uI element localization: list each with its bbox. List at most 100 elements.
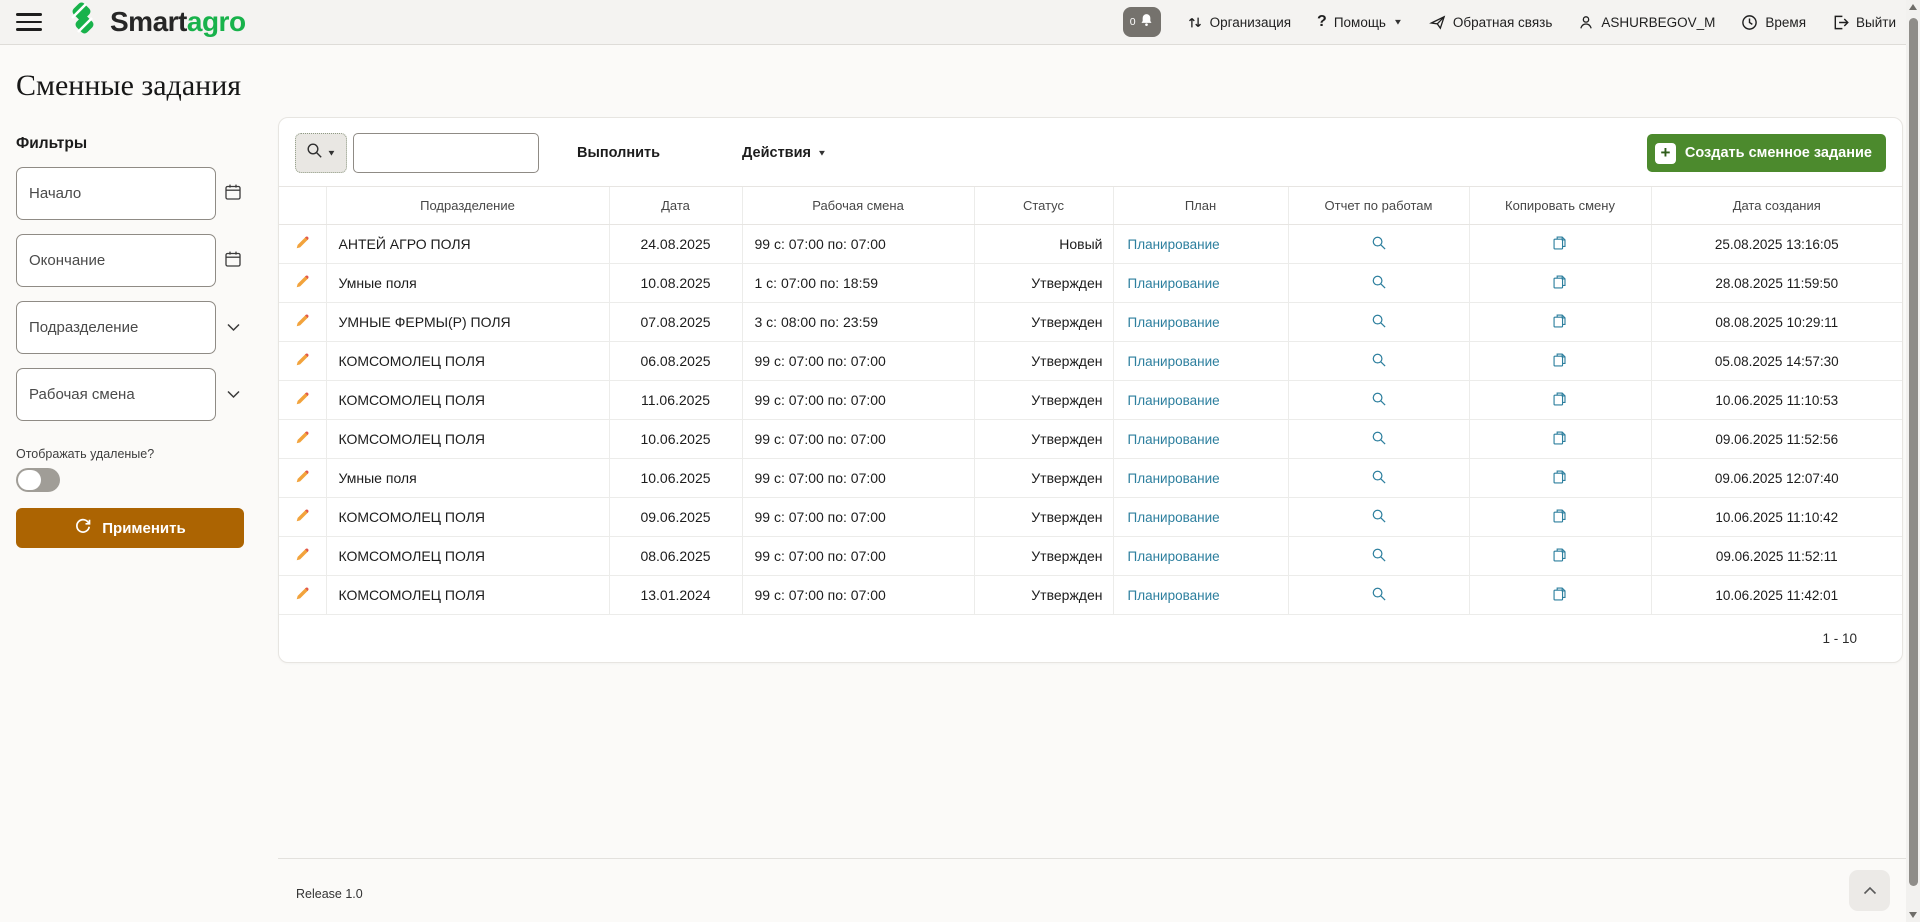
copy-shift-button[interactable] bbox=[1469, 342, 1651, 381]
edit-row-button[interactable] bbox=[279, 225, 326, 264]
plan-link[interactable]: Планирование bbox=[1128, 276, 1220, 291]
edit-row-button[interactable] bbox=[279, 381, 326, 420]
nav-item-time[interactable]: Время bbox=[1741, 14, 1806, 31]
work-report-button[interactable] bbox=[1288, 264, 1469, 303]
nav-item-logout[interactable]: Выйти bbox=[1832, 14, 1896, 31]
edit-row-button[interactable] bbox=[279, 537, 326, 576]
copy-shift-button[interactable] bbox=[1469, 576, 1651, 615]
scrollbar-up-arrow[interactable] bbox=[1909, 4, 1917, 10]
column-header-date[interactable]: Дата bbox=[609, 187, 742, 225]
search-input[interactable] bbox=[353, 133, 539, 173]
work-report-button[interactable] bbox=[1288, 381, 1469, 420]
page-scrollbar[interactable] bbox=[1906, 0, 1920, 922]
chevron-down-icon: ▼ bbox=[327, 149, 337, 158]
execute-button[interactable]: Выполнить bbox=[577, 145, 660, 161]
date-cell: 24.08.2025 bbox=[609, 225, 742, 264]
nav-item-user[interactable]: ASHURBEGOV_M bbox=[1578, 14, 1715, 31]
column-header-report[interactable]: Отчет по работам bbox=[1288, 187, 1469, 225]
calendar-icon bbox=[224, 183, 242, 204]
copy-icon bbox=[1552, 355, 1568, 371]
edit-row-button[interactable] bbox=[279, 342, 326, 381]
logout-icon bbox=[1832, 14, 1849, 31]
work-report-button[interactable] bbox=[1288, 537, 1469, 576]
filter-field-shift bbox=[16, 368, 262, 421]
end-date-input[interactable] bbox=[16, 234, 216, 287]
plan-link[interactable]: Планирование bbox=[1128, 315, 1220, 330]
work-report-button[interactable] bbox=[1288, 420, 1469, 459]
work-report-button[interactable] bbox=[1288, 459, 1469, 498]
table-row: УМНЫЕ ФЕРМЫ(Р) ПОЛЯ 07.08.2025 3 с: 08:0… bbox=[279, 303, 1902, 342]
work-report-button[interactable] bbox=[1288, 342, 1469, 381]
shift-select-chevron-button[interactable] bbox=[218, 377, 248, 413]
column-header-created[interactable]: Дата создания bbox=[1651, 187, 1902, 225]
scroll-to-top-button[interactable] bbox=[1849, 870, 1890, 911]
end-date-calendar-button[interactable] bbox=[218, 243, 248, 279]
plan-link[interactable]: Планирование bbox=[1128, 237, 1220, 252]
plan-link[interactable]: Планирование bbox=[1128, 393, 1220, 408]
pencil-icon bbox=[294, 355, 311, 371]
copy-icon bbox=[1552, 316, 1568, 332]
unit-select-input[interactable] bbox=[16, 301, 216, 354]
created-date-cell: 09.06.2025 11:52:11 bbox=[1651, 537, 1902, 576]
copy-shift-button[interactable] bbox=[1469, 225, 1651, 264]
nav-item-help[interactable]: ? Помощь ▼ bbox=[1317, 13, 1403, 31]
chevron-down-icon: ▼ bbox=[1393, 18, 1403, 27]
pencil-icon bbox=[294, 238, 311, 254]
copy-shift-button[interactable] bbox=[1469, 303, 1651, 342]
notifications-button[interactable]: 0 bbox=[1123, 7, 1161, 37]
work-report-button[interactable] bbox=[1288, 303, 1469, 342]
plan-link[interactable]: Планирование bbox=[1128, 471, 1220, 486]
copy-shift-button[interactable] bbox=[1469, 420, 1651, 459]
column-header-status[interactable]: Статус bbox=[974, 187, 1113, 225]
plan-link[interactable]: Планирование bbox=[1128, 510, 1220, 525]
hamburger-menu-icon[interactable] bbox=[16, 13, 42, 31]
copy-shift-button[interactable] bbox=[1469, 537, 1651, 576]
edit-row-button[interactable] bbox=[279, 498, 326, 537]
date-cell: 13.01.2024 bbox=[609, 576, 742, 615]
magnifier-icon bbox=[1371, 394, 1387, 410]
shift-cell: 3 с: 08:00 по: 23:59 bbox=[742, 303, 974, 342]
scrollbar-thumb[interactable] bbox=[1909, 18, 1918, 886]
date-cell: 06.08.2025 bbox=[609, 342, 742, 381]
scrollbar-down-arrow[interactable] bbox=[1909, 912, 1917, 918]
work-report-button[interactable] bbox=[1288, 498, 1469, 537]
chevron-down-icon bbox=[227, 387, 240, 402]
column-header-copy[interactable]: Копировать смену bbox=[1469, 187, 1651, 225]
app-logo[interactable]: Smartagro bbox=[64, 2, 246, 43]
shift-select-input[interactable] bbox=[16, 368, 216, 421]
plan-link[interactable]: Планирование bbox=[1128, 432, 1220, 447]
unit-select-chevron-button[interactable] bbox=[218, 310, 248, 346]
shift-cell: 99 с: 07:00 по: 07:00 bbox=[742, 420, 974, 459]
start-date-input[interactable] bbox=[16, 167, 216, 220]
column-header-shift[interactable]: Рабочая смена bbox=[742, 187, 974, 225]
edit-row-button[interactable] bbox=[279, 576, 326, 615]
status-cell: Утвержден bbox=[974, 420, 1113, 459]
chevron-down-icon: ▼ bbox=[817, 149, 827, 158]
work-report-button[interactable] bbox=[1288, 225, 1469, 264]
start-date-calendar-button[interactable] bbox=[218, 176, 248, 212]
copy-shift-button[interactable] bbox=[1469, 498, 1651, 537]
edit-row-button[interactable] bbox=[279, 303, 326, 342]
edit-row-button[interactable] bbox=[279, 420, 326, 459]
column-header-plan[interactable]: План bbox=[1113, 187, 1288, 225]
release-label: Release 1.0 bbox=[296, 887, 363, 901]
column-header-unit[interactable]: Подразделение bbox=[326, 187, 609, 225]
create-shift-task-button[interactable]: + Создать сменное задание bbox=[1647, 134, 1886, 172]
plan-link[interactable]: Планирование bbox=[1128, 549, 1220, 564]
nav-item-feedback[interactable]: Обратная связь bbox=[1429, 14, 1552, 31]
search-options-button[interactable]: ▼ bbox=[295, 133, 347, 173]
copy-shift-button[interactable] bbox=[1469, 264, 1651, 303]
edit-row-button[interactable] bbox=[279, 264, 326, 303]
edit-row-button[interactable] bbox=[279, 459, 326, 498]
plan-link[interactable]: Планирование bbox=[1128, 354, 1220, 369]
copy-icon bbox=[1552, 394, 1568, 410]
actions-menu-button[interactable]: Действия ▼ bbox=[742, 145, 827, 161]
nav-item-organization[interactable]: Организация bbox=[1187, 14, 1291, 31]
copy-shift-button[interactable] bbox=[1469, 381, 1651, 420]
plan-link[interactable]: Планирование bbox=[1128, 588, 1220, 603]
work-report-button[interactable] bbox=[1288, 576, 1469, 615]
show-deleted-toggle[interactable] bbox=[16, 468, 60, 492]
apply-button[interactable]: Применить bbox=[16, 508, 244, 548]
copy-shift-button[interactable] bbox=[1469, 459, 1651, 498]
created-date-cell: 10.06.2025 11:42:01 bbox=[1651, 576, 1902, 615]
